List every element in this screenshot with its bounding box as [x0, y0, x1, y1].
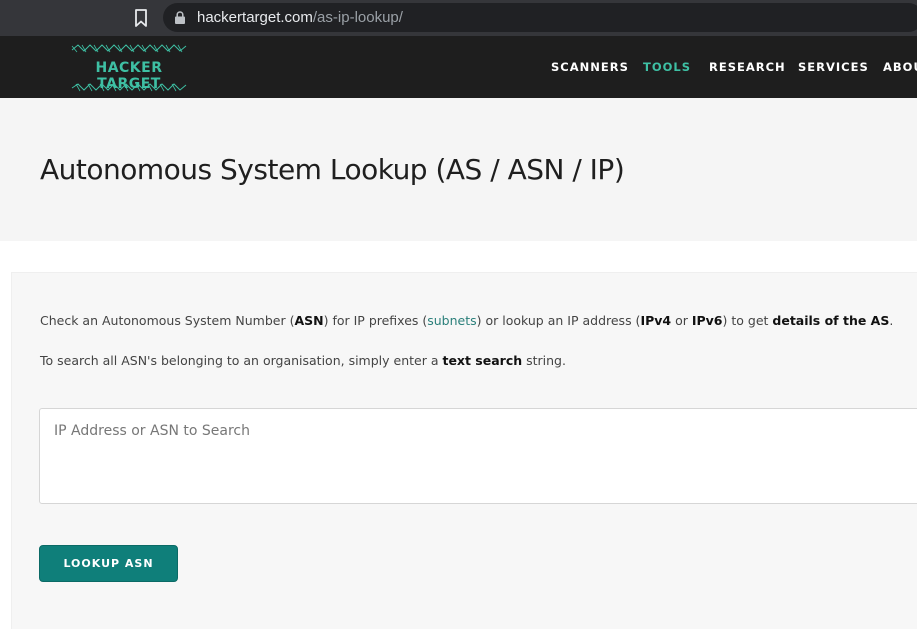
url-domain: hackertarget.com — [197, 9, 313, 26]
site-logo[interactable]: HACKER TARGET — [68, 42, 190, 94]
desc-bold-text-search: text search — [442, 353, 523, 368]
bookmark-icon[interactable] — [134, 9, 148, 27]
desc-bold-ipv4: IPv4 — [640, 313, 672, 328]
search-input[interactable] — [40, 409, 917, 503]
url-text[interactable]: hackertarget.com/as-ip-lookup/ — [197, 9, 403, 26]
url-path: /as-ip-lookup/ — [312, 9, 403, 26]
desc-text: string. — [522, 353, 566, 368]
description-line-2: To search all ASN's belonging to an orga… — [40, 353, 566, 368]
desc-text: Check an Autonomous System Number ( — [40, 313, 295, 328]
lookup-asn-button[interactable]: LOOKUP ASN — [39, 545, 178, 582]
subnets-link[interactable]: subnets — [427, 313, 476, 328]
logo-text: HACKER TARGET — [95, 60, 163, 92]
page-hero: Autonomous System Lookup (AS / ASN / IP) — [0, 98, 917, 241]
search-box — [39, 408, 917, 504]
desc-bold-asn: ASN — [294, 313, 324, 328]
desc-text: ) to get — [722, 313, 773, 328]
nav-item-services[interactable]: SERVICES — [798, 60, 869, 74]
nav-item-scanners[interactable]: SCANNERS — [551, 60, 629, 74]
desc-text: ) or lookup an IP address ( — [476, 313, 641, 328]
desc-bold-ipv6: IPv6 — [691, 313, 723, 328]
desc-text: or — [671, 313, 692, 328]
page-title: Autonomous System Lookup (AS / ASN / IP) — [40, 153, 625, 186]
browser-toolbar: hackertarget.com/as-ip-lookup/ — [0, 0, 917, 36]
desc-text: To search all ASN's belonging to an orga… — [40, 353, 443, 368]
nav-item-research[interactable]: RESEARCH — [709, 60, 786, 74]
site-header: HACKER TARGET SCANNERS TOOLS RESEARCH SE… — [0, 36, 917, 98]
desc-text: ) for IP prefixes ( — [323, 313, 428, 328]
nav-item-about[interactable]: ABOUT — [883, 60, 917, 74]
lock-icon[interactable] — [174, 11, 186, 24]
description-line-1: Check an Autonomous System Number (ASN) … — [40, 313, 893, 328]
desc-text: . — [889, 313, 894, 328]
desc-bold-details: details of the AS — [772, 313, 890, 328]
nav-item-tools[interactable]: TOOLS — [643, 60, 691, 74]
address-bar[interactable]: hackertarget.com/as-ip-lookup/ — [163, 3, 917, 32]
